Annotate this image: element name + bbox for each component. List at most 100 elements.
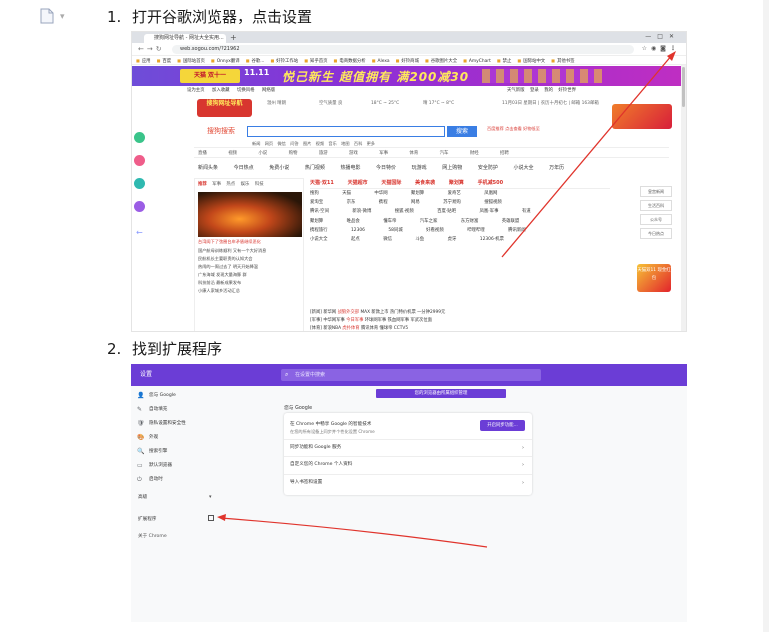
news-image[interactable] [198, 192, 302, 237]
category-news-link[interactable]: 今日军事 [346, 318, 363, 323]
right-column-item[interactable]: 生活百科 [640, 200, 672, 211]
right-promo[interactable]: 天猫双11 现金红包 [637, 264, 671, 292]
right-column[interactable]: 皇宫新闻 生活百科 公众号 今日热点 [640, 186, 672, 242]
site-link[interactable]: 有道 [522, 209, 531, 214]
quick-link[interactable]: 小说大全 [513, 165, 533, 171]
site-link[interactable]: 58同城 [388, 228, 402, 233]
site-link[interactable]: 好看视频 [426, 228, 444, 233]
search-tag[interactable]: 问答 [290, 141, 298, 146]
settings-sidebar-item[interactable]: 🔍 搜索引擎 [137, 445, 237, 459]
quick-link[interactable]: 免费小说 [269, 165, 289, 171]
category-news-link[interactable]: 虎扑体育 [342, 326, 359, 331]
settings-about[interactable]: 关于 Chrome [138, 533, 167, 539]
site-link[interactable]: 懂车帝 [383, 219, 396, 224]
category-news-link[interactable]: 懂球帝 [380, 326, 393, 331]
search-tag[interactable]: 更多 [367, 141, 375, 146]
search-tag[interactable]: 微信 [277, 141, 285, 146]
category-link[interactable]: 小说 [258, 151, 267, 156]
category-link[interactable]: 财经 [470, 151, 479, 156]
site-link[interactable]: 斗鱼 [415, 237, 424, 242]
site-grid[interactable]: 天猫·双11 天猫超市 天猫国际 美食来袭 聚划算 手机减500 搜狗 天猫 中… [310, 178, 610, 303]
settings-sidebar-item[interactable]: 🎨 外观 [137, 431, 237, 445]
news-tabs[interactable]: 推荐 军事 热点 娱乐 科技 [195, 179, 303, 187]
bookmark-item[interactable]: Onnyx翻译 [211, 59, 240, 64]
site-link[interactable]: 爱奇艺 [448, 191, 461, 196]
right-column-item[interactable]: 皇宫新闻 [640, 186, 672, 197]
news-tab[interactable]: 娱乐 [241, 182, 250, 187]
site-link[interactable]: 腾讯新闻 [508, 228, 526, 233]
news-item[interactable]: 民航机长主要职责的认知大会 [198, 255, 266, 263]
category-news-link[interactable]: CCTV5 [394, 326, 408, 331]
quick-link[interactable]: 玩游戏 [412, 165, 427, 171]
bookmark-item[interactable]: 知乎首页 [304, 59, 327, 64]
settings-advanced[interactable]: 高级 [138, 494, 147, 500]
settings-sidebar-item[interactable]: ✎ 自动填充 [137, 403, 237, 417]
subnav-link[interactable]: 加入收藏 [212, 88, 230, 93]
sogou-subnav[interactable]: 设为主页 加入收藏 切换风格 网络版 [187, 87, 275, 93]
site-link[interactable]: 12306 [351, 228, 365, 233]
site-link[interactable]: 东方财富 [461, 219, 479, 224]
prev-arrow-icon[interactable]: ← [136, 228, 143, 237]
news-list[interactable]: 国产航母训练顺利 又有一个大好消息 民航机长主要职责的认知大会 热闹的一周过去了 明… [198, 247, 266, 295]
category-news-link[interactable]: MAX 新款上市 [360, 310, 388, 315]
site-link[interactable]: 京东 [347, 200, 356, 205]
news-tab[interactable]: 军事 [212, 182, 221, 187]
chevron-down-icon[interactable]: ▾ [209, 494, 212, 500]
subnav-link[interactable]: 我的 [544, 88, 553, 93]
featured-site[interactable]: 天猫超市 [348, 180, 368, 186]
search-tag[interactable]: 视频 [316, 141, 324, 146]
bookmark-item[interactable]: 应用 [136, 59, 151, 64]
category-link[interactable]: 视频 [228, 151, 237, 156]
category-news-link[interactable]: 战狼外交部 [338, 310, 359, 315]
settings-row[interactable]: 导入书签和设置 › [284, 474, 532, 490]
quick-link[interactable]: 安全防护 [478, 165, 498, 171]
bookmark-item[interactable]: 其他书签 [551, 59, 574, 64]
category-link[interactable]: 招聘 [500, 151, 509, 156]
site-link[interactable]: 唯品会 [347, 219, 360, 224]
category-news-link[interactable]: 铁血网军事 [388, 318, 409, 323]
bookmark-item[interactable]: 好铃商城 [396, 59, 419, 64]
quick-link[interactable]: 网上购物 [442, 165, 462, 171]
sogou-subnav-right[interactable]: 天气新版 登录 我的 好铃世界 [507, 87, 576, 93]
news-item[interactable]: 小康人家城乡活动汇总 [198, 287, 266, 295]
site-link[interactable]: 搜狐视频 [484, 200, 502, 205]
bookmark-item[interactable]: Alexa [372, 59, 390, 64]
bookmark-item[interactable]: 好铃工作站 [270, 59, 298, 64]
news-tab[interactable]: 推荐 [198, 182, 207, 187]
url-field[interactable]: web.sogou.com/?21962 [172, 45, 634, 54]
search-ad[interactable]: 百度推荐 点击查看 好物低至 [487, 126, 552, 132]
site-grid-head[interactable]: 天猫·双11 天猫超市 天猫国际 美食来袭 聚划算 手机减500 [310, 178, 610, 189]
category-link[interactable]: 旅游 [319, 151, 328, 156]
search-tag[interactable]: 音乐 [328, 141, 336, 146]
site-link[interactable]: 英雄联盟 [502, 219, 520, 224]
side-icon-pink[interactable] [134, 155, 145, 166]
bookmark-item[interactable]: 国际站首页 [177, 59, 205, 64]
category-news-link[interactable]: [新闻] [310, 310, 322, 315]
search-tag[interactable]: 新闻 [252, 141, 260, 146]
caret-down-icon[interactable]: ▾ [60, 12, 65, 22]
site-link[interactable]: 搜狐·视频 [395, 209, 414, 214]
site-link[interactable]: 腾讯·空间 [310, 209, 329, 214]
site-link[interactable]: 百度·贴吧 [437, 209, 456, 214]
site-link[interactable]: 小说大全 [310, 237, 328, 242]
subnav-link[interactable]: 网络版 [262, 88, 275, 93]
bookmark-item[interactable]: 国际站中文 [517, 59, 545, 64]
featured-site[interactable]: 手机减500 [478, 180, 503, 186]
site-link[interactable]: 中华网 [374, 191, 387, 196]
quick-link[interactable]: 今日热点 [234, 165, 254, 171]
settings-search[interactable]: ⌕ 在设置中搜索 [281, 369, 541, 381]
site-link[interactable]: 爱淘宝 [310, 200, 323, 205]
bookmark-item[interactable]: 谷歌图片大全 [425, 59, 457, 64]
quick-link[interactable]: 新闻头条 [198, 165, 218, 171]
menu-dots-icon[interactable]: ⋮ [670, 45, 680, 52]
subnav-link[interactable]: 天气新版 [507, 88, 525, 93]
bookmark-item[interactable]: 谷歌... [246, 59, 265, 64]
site-link[interactable]: 苏宁易购 [443, 200, 461, 205]
featured-site[interactable]: 天猫国际 [381, 180, 401, 186]
site-link[interactable]: 微信 [383, 237, 392, 242]
quick-links[interactable]: 新闻头条 今日热点 免费小说 热门视频 热播电影 今日特价 玩游戏 网上购物 安… [194, 162, 669, 174]
news-item[interactable]: 广东海域 发现大量海豚 群 [198, 271, 266, 279]
toolbar-icons[interactable]: ☆◉◙⋮ [642, 45, 680, 52]
search-tag[interactable]: 网页 [265, 141, 273, 146]
site-link[interactable]: 携程旅行 [310, 228, 328, 233]
